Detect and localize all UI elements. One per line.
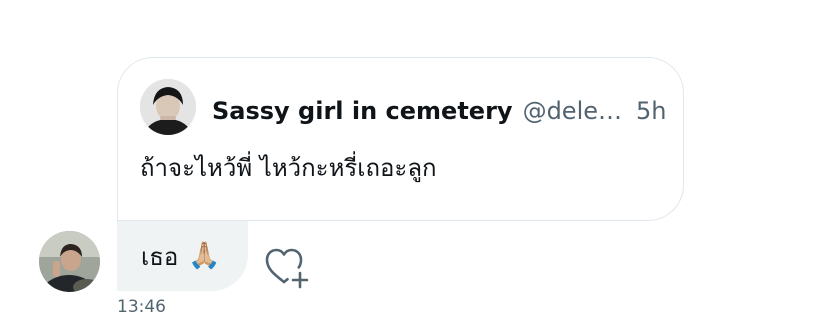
message-timestamp: 13:46 [117,297,166,317]
dm-conversation: Sassy girl in cemetery @dele… 5h ถ้าจะไห… [0,0,828,328]
quoted-tweet-card[interactable]: Sassy girl in cemetery @dele… 5h ถ้าจะไห… [117,57,684,221]
quoted-tweet-header: Sassy girl in cemetery @dele… 5h [212,96,666,126]
reply-message-text: เธอ [141,242,179,271]
quoted-tweet-text: ถ้าจะไหว้พี่ ไหว้กะหรี่เถอะลูก [140,154,437,182]
quoted-author-handle: @dele… [522,97,622,125]
quoted-tweet-time: 5h [636,97,667,125]
heart-plus-icon [265,248,309,289]
reply-message-bubble[interactable]: เธอ 🙏🏼 [117,221,248,291]
quoted-author-avatar[interactable] [140,79,196,135]
quoted-author-name[interactable]: Sassy girl in cemetery [212,97,513,125]
praying-hands-emoji: 🙏🏼 [188,241,221,271]
sender-avatar[interactable] [39,231,100,292]
add-reaction-button[interactable] [263,244,315,290]
